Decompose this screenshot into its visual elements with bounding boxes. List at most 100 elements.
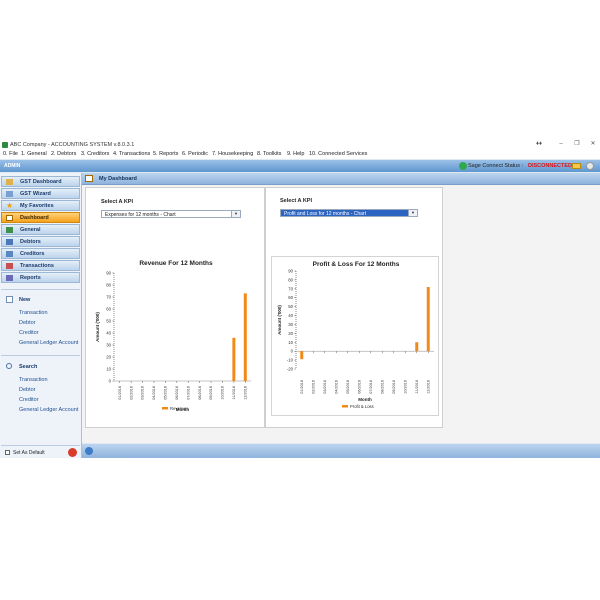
search-creditor-link[interactable]: Creditor (19, 397, 39, 403)
rss-icon[interactable] (85, 447, 93, 455)
new-transaction-link[interactable]: Transaction (19, 310, 48, 316)
content-title: My Dashboard (99, 176, 137, 182)
restore-button[interactable]: ❐ (572, 141, 582, 148)
search-transaction-link[interactable]: Transaction (19, 377, 48, 383)
y-tick-label: 80 (106, 283, 111, 288)
x-tick-label: 06/2016 (175, 386, 179, 400)
sidebar-item-label: My Favorites (20, 203, 54, 209)
sage-connect-icon[interactable] (459, 162, 467, 170)
dashboard-icon (6, 215, 13, 221)
set-default-checkbox[interactable] (5, 450, 10, 455)
dashboard-header-icon (85, 175, 93, 182)
x-tick-label: 05/2016 (346, 380, 350, 394)
x-tick-label: 10/2016 (403, 380, 407, 394)
minimize-button[interactable]: – (556, 141, 566, 148)
menu-connected-services[interactable]: 10. Connected Services (309, 151, 367, 157)
x-tick-label: 12/2016 (243, 386, 247, 400)
menu-debtors[interactable]: 2. Debtors (51, 151, 76, 157)
chevron-down-icon[interactable]: ▼ (408, 210, 417, 216)
y-tick-label: 20 (288, 331, 293, 336)
x-tick-label: 08/2016 (198, 386, 202, 400)
close-button[interactable]: ✕ (588, 141, 598, 148)
kpi-select-left-value: Expenses for 12 months - Chart (105, 212, 176, 218)
sidebar: GST Dashboard GST Wizard ★ My Favorites … (0, 173, 82, 458)
sidebar-item-label: Debtors (20, 239, 41, 245)
menu-reports[interactable]: 5. Reports (153, 151, 178, 157)
x-tick-label: 06/2016 (357, 380, 361, 394)
user-name: ADMIN (4, 163, 21, 169)
sidebar-divider (1, 355, 80, 356)
sidebar-item-reports[interactable]: Reports (1, 272, 80, 283)
menu-file[interactable]: 0. File (3, 151, 18, 157)
x-tick-label: 01/2016 (300, 380, 304, 394)
gst-wizard-icon (6, 191, 13, 197)
search-gl-account-link[interactable]: General Ledger Account (19, 407, 78, 413)
x-axis-label: Month (358, 397, 372, 402)
bar-12/2016 (243, 293, 247, 381)
menu-periodic[interactable]: 6. Periodic (182, 151, 208, 157)
menu-housekeeping[interactable]: 7. Housekeeping (212, 151, 253, 157)
dashboard-content: My Dashboard Select A KPI Expenses for 1… (82, 173, 600, 443)
exit-icon[interactable] (68, 448, 77, 457)
reports-icon (6, 275, 13, 281)
chevron-down-icon[interactable]: ▼ (231, 211, 240, 217)
y-tick-label: 10 (106, 367, 111, 372)
menu-help[interactable]: 9. Help (287, 151, 304, 157)
x-tick-label: 03/2016 (141, 386, 145, 400)
top-bar: ADMIN Sage Connect Status : DISCONNECTED (0, 160, 600, 172)
x-tick-label: 07/2016 (369, 380, 373, 394)
y-tick-label: -10 (287, 358, 294, 363)
new-panel-title: New (19, 297, 31, 303)
sidebar-item-debtors[interactable]: Debtors (1, 236, 80, 247)
sidebar-item-creditors[interactable]: Creditors (1, 248, 80, 259)
new-debtor-link[interactable]: Debtor (19, 320, 36, 326)
x-tick-label: 11/2016 (232, 386, 236, 399)
window-extra-button[interactable]: ♦♦ (534, 141, 544, 148)
search-debtor-link[interactable]: Debtor (19, 387, 36, 393)
menu-transactions[interactable]: 4. Transactions (113, 151, 150, 157)
x-tick-label: 02/2016 (311, 380, 315, 394)
y-axis-label: Amount ('000) (95, 312, 100, 342)
sidebar-item-dashboard[interactable]: Dashboard (1, 212, 80, 223)
sage-status-value: DISCONNECTED (528, 163, 573, 169)
y-tick-label: 20 (106, 355, 111, 360)
x-tick-label: 09/2016 (392, 380, 396, 394)
y-tick-label: 50 (288, 304, 293, 309)
y-tick-label: 90 (288, 269, 293, 274)
sidebar-item-gst-dashboard[interactable]: GST Dashboard (1, 176, 80, 187)
new-creditor-link[interactable]: Creditor (19, 330, 39, 336)
sidebar-item-my-favorites[interactable]: ★ My Favorites (1, 200, 80, 211)
sidebar-item-label: Creditors (20, 251, 45, 257)
y-tick-label: 40 (106, 331, 111, 336)
kpi-card-right: Select A KPI Profit and Loss for 12 mont… (265, 187, 443, 428)
accounting-window: ABC Company - ACCOUNTING SYSTEM v.8.0.3.… (0, 140, 600, 458)
kpi-select-right[interactable]: Profit and Loss for 12 months - Chart ▼ (280, 209, 418, 217)
x-tick-label: 10/2016 (221, 386, 225, 400)
x-tick-label: 09/2016 (209, 386, 213, 400)
sidebar-item-label: General (20, 227, 41, 233)
legend-swatch (342, 405, 348, 408)
sidebar-item-general[interactable]: General (1, 224, 80, 235)
new-gl-account-link[interactable]: General Ledger Account (19, 340, 78, 346)
y-tick-label: 0 (109, 379, 112, 384)
bar-01/2016 (300, 351, 304, 360)
debtors-icon (6, 239, 13, 245)
menu-toolkits[interactable]: 8. Toolkits (257, 151, 281, 157)
sidebar-item-gst-wizard[interactable]: GST Wizard (1, 188, 80, 199)
y-tick-label: -20 (287, 367, 294, 372)
creditors-icon (6, 251, 13, 257)
pl-chart-frame: Profit & Loss For 12 Months -20 -10 0 10 20 30… (271, 256, 439, 416)
menu-creditors[interactable]: 3. Creditors (81, 151, 109, 157)
sidebar-divider (1, 445, 80, 446)
y-axis-label: Amount ('000) (277, 305, 282, 335)
x-tick-label: 07/2016 (186, 386, 190, 400)
sidebar-item-label: Dashboard (20, 215, 49, 221)
kpi-select-left[interactable]: Expenses for 12 months - Chart ▼ (101, 210, 241, 218)
menu-general[interactable]: 1. General (21, 151, 47, 157)
chart-title: Revenue For 12 Months (139, 260, 213, 267)
sidebar-item-transactions[interactable]: Transactions (1, 260, 80, 271)
y-tick-label: 80 (288, 277, 293, 282)
y-tick-label: 70 (106, 295, 111, 300)
mail-icon[interactable] (572, 163, 581, 169)
settings-icon[interactable] (586, 162, 594, 170)
